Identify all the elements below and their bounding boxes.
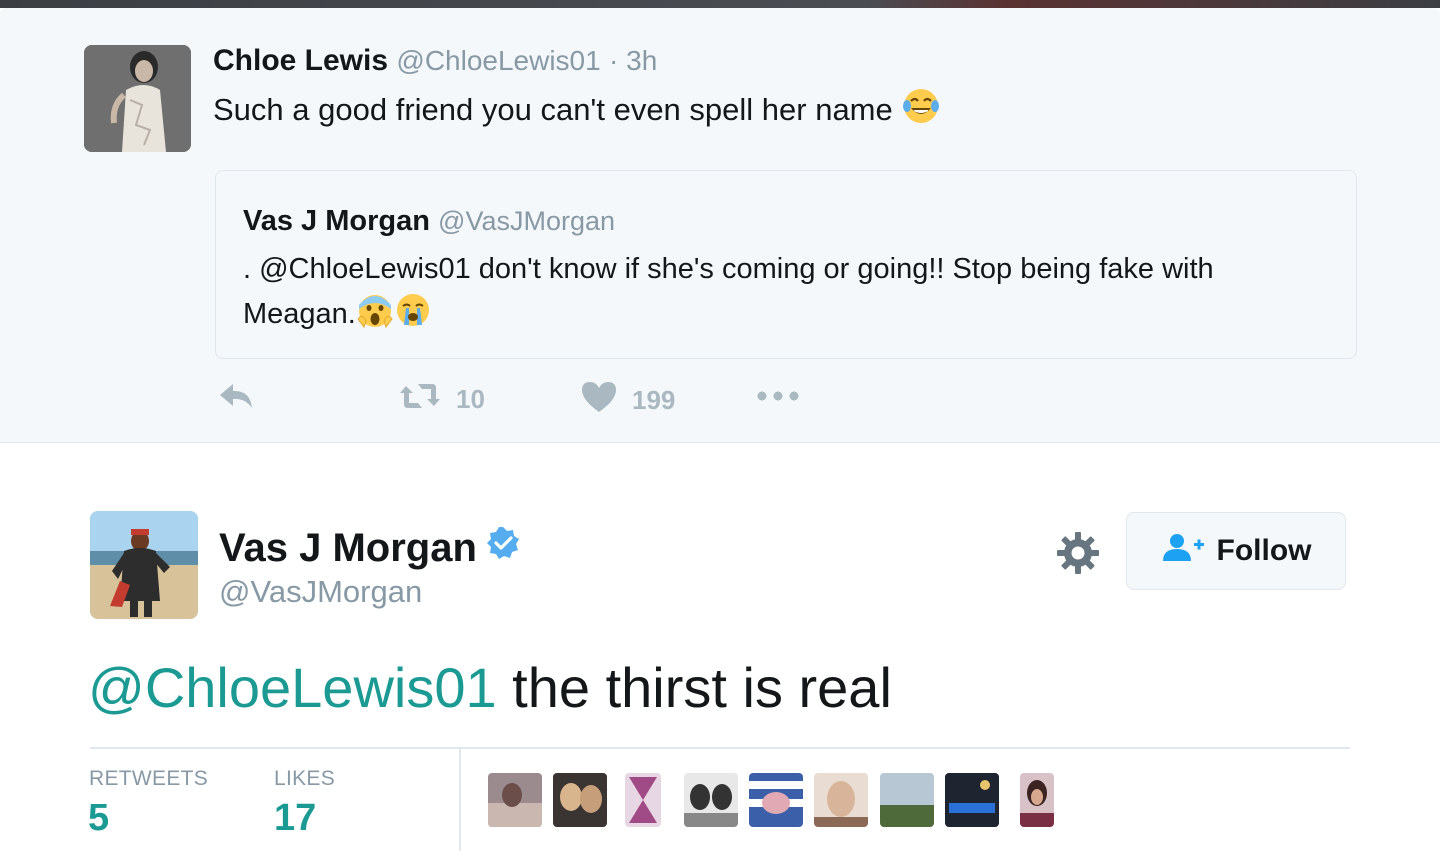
retweet-count: 10 bbox=[456, 384, 485, 414]
main-tweet-text: @ChloeLewis01 the thirst is real bbox=[88, 655, 892, 720]
stats-vertical-divider bbox=[459, 749, 461, 851]
liker-avatar[interactable] bbox=[880, 773, 934, 827]
screaming-face-icon bbox=[356, 291, 394, 342]
main-author-handle[interactable]: @VasJMorgan bbox=[219, 574, 422, 610]
window-top-strip bbox=[0, 0, 1440, 8]
stats-divider bbox=[90, 747, 1350, 749]
like-count: 199 bbox=[632, 385, 676, 415]
embedded-tweet-text: . @ChloeLewis01 don't know if she's comi… bbox=[243, 248, 1333, 342]
retweets-label: RETWEETS bbox=[89, 767, 209, 790]
follow-button[interactable]: Follow bbox=[1126, 512, 1346, 590]
tweet-timestamp[interactable]: · 3h bbox=[609, 45, 657, 76]
embedded-author-handle: @VasJMorgan bbox=[438, 206, 616, 236]
retweets-value[interactable]: 5 bbox=[88, 797, 109, 840]
retweet-icon[interactable] bbox=[398, 380, 442, 419]
like-action[interactable]: 199 bbox=[580, 380, 675, 421]
quoted-tweet-card: Chloe Lewis @ChloeLewis01 · 3h Such a go… bbox=[0, 8, 1440, 443]
verified-badge-icon bbox=[485, 525, 521, 571]
main-author-name[interactable]: Vas J Morgan bbox=[219, 526, 477, 571]
liker-avatar[interactable] bbox=[625, 773, 661, 827]
retweet-action[interactable]: 10 bbox=[398, 380, 485, 419]
quoted-author-name[interactable]: Chloe Lewis bbox=[213, 44, 388, 77]
liker-avatar[interactable] bbox=[553, 773, 607, 827]
likes-label: LIKES bbox=[274, 767, 336, 790]
loudly-crying-face-icon bbox=[394, 291, 432, 342]
quoted-author-line: Chloe Lewis @ChloeLewis01 · 3h bbox=[213, 44, 657, 78]
more-icon[interactable] bbox=[756, 380, 802, 419]
reply-action[interactable] bbox=[217, 380, 255, 419]
embedded-author-name: Vas J Morgan bbox=[243, 205, 430, 237]
liker-avatar[interactable] bbox=[488, 773, 542, 827]
quoted-tweet-text-content: Such a good friend you can't even spell … bbox=[213, 92, 893, 127]
quoted-author-handle[interactable]: @ChloeLewis01 bbox=[396, 45, 600, 76]
quoted-tweet-text: Such a good friend you can't even spell … bbox=[213, 86, 941, 134]
chloe-avatar[interactable] bbox=[84, 45, 191, 152]
more-action[interactable] bbox=[756, 380, 802, 419]
main-author-line: Vas J Morgan bbox=[219, 525, 521, 571]
vas-avatar[interactable] bbox=[90, 511, 198, 619]
liker-avatar[interactable] bbox=[684, 773, 738, 827]
liker-avatar[interactable] bbox=[749, 773, 803, 827]
main-tweet-text-content: the thirst is real bbox=[496, 656, 892, 719]
heart-icon[interactable] bbox=[580, 380, 618, 421]
follow-label: Follow bbox=[1216, 534, 1312, 567]
likes-value[interactable]: 17 bbox=[274, 797, 316, 840]
liker-avatar[interactable] bbox=[945, 773, 999, 827]
liker-avatar[interactable] bbox=[814, 773, 868, 827]
mention-link[interactable]: @ChloeLewis01 bbox=[88, 656, 497, 719]
tears-of-joy-icon bbox=[901, 86, 941, 134]
gear-icon[interactable] bbox=[1055, 530, 1101, 576]
embedded-author-line: Vas J Morgan @VasJMorgan bbox=[243, 205, 615, 238]
add-user-icon bbox=[1161, 532, 1205, 570]
embedded-tweet[interactable]: Vas J Morgan @VasJMorgan . @ChloeLewis01… bbox=[215, 170, 1357, 359]
reply-icon[interactable] bbox=[217, 380, 255, 419]
liker-avatar[interactable] bbox=[1020, 773, 1054, 827]
